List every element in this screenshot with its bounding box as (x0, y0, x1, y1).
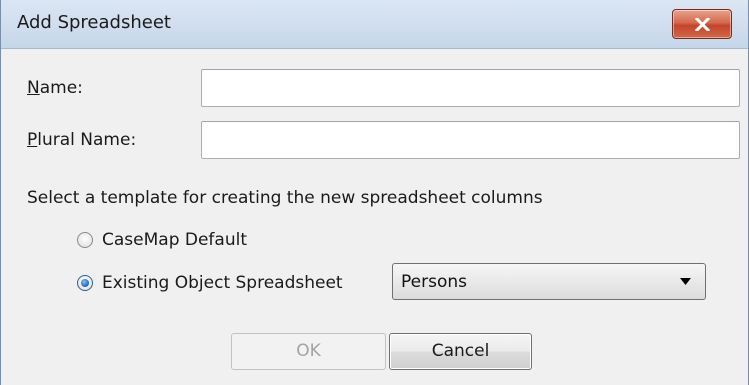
chevron-down-icon (680, 278, 691, 285)
add-spreadsheet-dialog: Add Spreadsheet Name: Plural Name: Selec… (0, 0, 749, 385)
radio-existing-object-spreadsheet-label: Existing Object Spreadsheet (102, 273, 343, 293)
name-label: Name: (27, 78, 83, 98)
plural-name-label-text: lural Name: (37, 130, 137, 150)
plural-name-label-mnemonic: P (27, 130, 38, 150)
object-spreadsheet-select[interactable]: Persons (392, 263, 706, 300)
plural-name-input[interactable] (201, 121, 740, 159)
dialog-title: Add Spreadsheet (17, 12, 171, 33)
radio-casemap-default-label: CaseMap Default (102, 230, 247, 250)
radio-existing-object-spreadsheet-circle[interactable] (77, 275, 93, 291)
title-bar[interactable]: Add Spreadsheet (1, 0, 748, 49)
radio-existing-object-spreadsheet[interactable]: Existing Object Spreadsheet (77, 273, 343, 293)
close-icon (695, 18, 710, 31)
name-input[interactable] (201, 69, 740, 107)
radio-casemap-default[interactable]: CaseMap Default (77, 230, 247, 250)
name-label-text: ame: (39, 78, 83, 98)
close-button[interactable] (672, 9, 732, 39)
name-label-mnemonic: N (27, 78, 40, 98)
radio-casemap-default-circle[interactable] (77, 232, 93, 248)
template-prompt: Select a template for creating the new s… (27, 188, 543, 208)
object-spreadsheet-select-value: Persons (401, 272, 467, 292)
ok-button[interactable]: OK (231, 333, 386, 370)
plural-name-label: Plural Name: (27, 130, 136, 150)
cancel-button[interactable]: Cancel (389, 333, 532, 370)
